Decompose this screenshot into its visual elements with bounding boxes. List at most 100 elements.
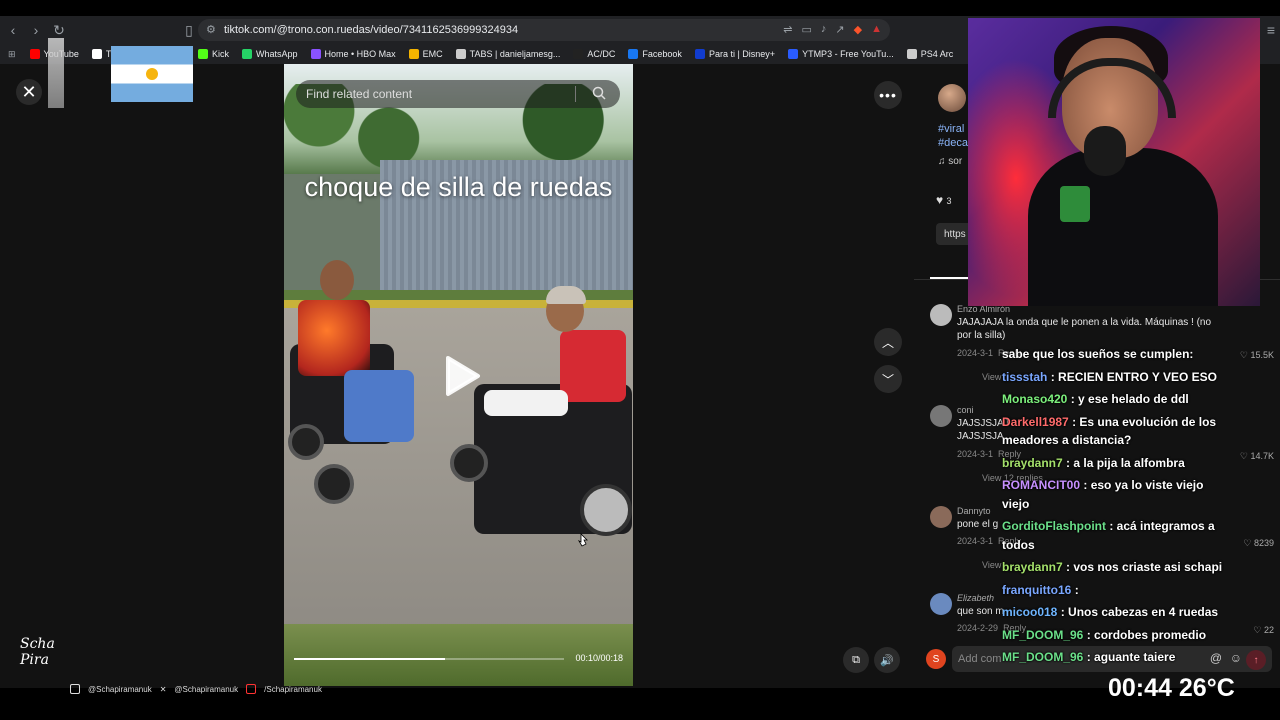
hashtag-link[interactable]: #viral [938, 123, 964, 135]
chat-username: ROMANCIT00 [1002, 478, 1081, 492]
view-replies-link[interactable]: View [982, 372, 1001, 382]
chat-message: ROMANCIT00 : eso ya lo viste viejo viejo [1000, 476, 1230, 513]
bookmark-label: Facebook [642, 49, 682, 59]
play-icon[interactable] [442, 354, 482, 398]
volume-button[interactable]: 🔊 [874, 647, 900, 673]
hashtag-link[interactable]: #deca [938, 137, 968, 149]
chat-text: : RECIEN ENTRO Y VEO ESO [1050, 369, 1217, 384]
person-right-hair [546, 286, 586, 304]
find-related-search[interactable]: Find related content [296, 80, 620, 108]
mouse-cursor-icon [578, 533, 588, 547]
bookmark-item[interactable]: Kick [197, 49, 229, 59]
emoji-icon[interactable]: ☺ [1230, 651, 1242, 665]
chat-username: micoo018 [1002, 605, 1058, 619]
avatar[interactable] [930, 304, 952, 326]
reload-icon[interactable]: ↻ [49, 20, 69, 40]
chat-text: : [1074, 582, 1079, 597]
pip-button[interactable]: ⧉ [843, 647, 869, 673]
bookmark-item[interactable]: Home • HBO Max [310, 49, 396, 59]
heart-icon: ♥ [936, 193, 944, 207]
music-label[interactable]: ♫ sor [938, 156, 962, 167]
screen-icon[interactable]: ▭ [802, 23, 812, 36]
back-icon[interactable]: ‹ [3, 20, 23, 40]
date: 2024-3-1 [957, 449, 994, 459]
bookmark-item[interactable]: WhatsApp [241, 49, 298, 59]
user-avatar[interactable]: S [926, 649, 946, 669]
brave-icon[interactable]: ◆ [854, 23, 862, 36]
chat-username: MF_DOOM_96 [1002, 627, 1084, 642]
site-info-icon[interactable]: ⚙ [206, 23, 216, 36]
comment-author[interactable]: Dannyto [957, 506, 991, 516]
comment-likes[interactable]: ♡ 22 [1253, 625, 1274, 636]
more-options-button[interactable]: ••• [874, 81, 902, 109]
chat-username: Monaso420 [1002, 392, 1068, 406]
comment-likes[interactable]: ♡ 15.5K [1240, 350, 1274, 361]
address-bar[interactable]: ⚙ tiktok.com/@trono.con.ruedas/video/734… [198, 19, 890, 41]
previous-video-button[interactable]: ︿ [874, 328, 902, 356]
webcam-person-body [1028, 148, 1218, 306]
chat-text: : cordobes promedio [1086, 627, 1207, 642]
comment-author[interactable]: coni [957, 405, 974, 415]
bookmark-favicon-icon [197, 49, 208, 59]
menu-icon[interactable]: ≡ [1261, 20, 1280, 40]
bookmark-favicon-icon [906, 49, 917, 59]
avatar[interactable] [930, 506, 952, 528]
bookmark-item[interactable]: AC/DC [573, 49, 615, 59]
chat-message: micoo018 : Unos cabezas en 4 ruedas [1000, 603, 1230, 622]
bookmark-item[interactable]: YTMP3 - Free YouTu... [788, 49, 894, 59]
rewards-icon[interactable]: ▲ [871, 23, 882, 36]
bookmark-label: YTMP3 - Free YouTu... [802, 49, 894, 59]
comment-likes[interactable]: ♡ 14.7K [1240, 451, 1274, 462]
chat-username: Darkell1987 [1002, 414, 1069, 429]
video-player[interactable]: Find related content choque de silla de … [284, 64, 633, 686]
avatar[interactable] [930, 405, 952, 427]
send-comment-button[interactable]: ↑ [1246, 650, 1266, 670]
forward-icon[interactable]: › [26, 20, 46, 40]
bookmark-icon[interactable]: ▯ [179, 20, 199, 40]
like-button[interactable]: ♥ 3 [936, 193, 951, 207]
comment-author[interactable]: Elizabeth [957, 593, 994, 603]
close-button[interactable]: ✕ [16, 79, 42, 105]
bookmark-label: EMC [422, 49, 443, 59]
bookmark-favicon-icon [788, 49, 799, 59]
chat-text: : vos nos criaste asi schapi [1066, 560, 1223, 574]
translate-icon[interactable]: ⇌ [783, 23, 792, 36]
bookmark-label: AC/DC [587, 49, 616, 59]
chat-message: GorditoFlashpoint : acá integramos a tod… [1000, 517, 1230, 554]
wheel [450, 444, 488, 482]
overlay-sticker [48, 38, 64, 108]
bookmark-favicon-icon [241, 49, 252, 59]
bookmark-favicon-icon [29, 49, 40, 59]
chat-username: franquitto16 [1002, 582, 1072, 597]
chat-message: Monaso420 : y ese helado de ddl [1000, 390, 1230, 409]
bookmark-item[interactable]: Para ti | Disney+ [694, 49, 775, 59]
bookmark-label: WhatsApp [255, 49, 298, 59]
instagram-handle: @Schapiramanuk [88, 684, 152, 694]
chat-text: : Unos cabezas en 4 ruedas [1060, 605, 1219, 619]
next-video-button[interactable]: ﹀ [874, 365, 902, 393]
stream-chat-overlay: sabe que los sueños se cumplen: tissstah … [1000, 345, 1230, 670]
comment-likes[interactable]: ♡ 8239 [1243, 538, 1274, 549]
chat-username: GorditoFlashpoint [1002, 519, 1106, 533]
bookmark-item[interactable]: EMC [408, 49, 443, 59]
social-handles: @Schapiramanuk ✕ @Schapiramanuk /Schapira… [70, 683, 322, 695]
share-icon[interactable]: ↗ [835, 23, 844, 36]
search-icon[interactable] [592, 86, 606, 100]
bookmark-item[interactable]: Facebook [628, 49, 682, 59]
instagram-icon [70, 684, 80, 694]
view-replies-link[interactable]: View [982, 560, 1001, 570]
chat-message: MF_DOOM_96 : cordobes promedio [1000, 626, 1230, 645]
chat-username: braydann7 [1002, 455, 1063, 470]
bookmark-favicon-icon [310, 49, 321, 59]
apps-icon[interactable]: ⊞ [8, 49, 16, 60]
video-time: 00:10/00:18 [575, 653, 623, 663]
twitter-icon: ✕ [159, 684, 167, 694]
avatar[interactable] [930, 593, 952, 615]
bookmark-favicon-icon [573, 49, 584, 59]
creator-avatar[interactable] [938, 84, 966, 112]
date: 2024-3-1 [957, 348, 994, 358]
person-left-legs [344, 370, 414, 442]
bookmark-item[interactable]: PS4 Arc [906, 49, 953, 59]
bookmark-item[interactable]: TABS | danieljamesg... [455, 49, 560, 59]
music-icon[interactable]: ♪ [821, 23, 827, 36]
